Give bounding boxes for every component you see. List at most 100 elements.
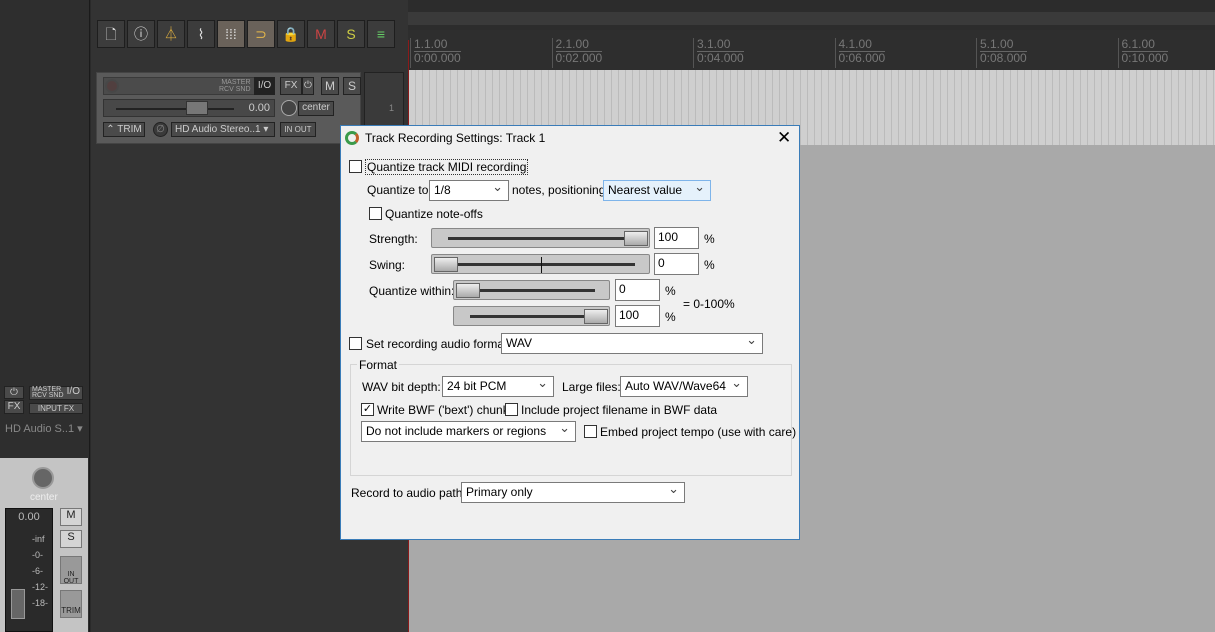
mixer-fx-button[interactable]: FX [4,400,24,414]
embed-tempo-checkbox[interactable] [584,425,597,438]
swing-input[interactable]: 0 [654,253,699,275]
quantize-midi-checkbox[interactable] [349,160,362,173]
strength-slider-thumb[interactable] [624,231,648,246]
mixer-power-button[interactable]: ⏻ [4,386,24,399]
phase-icon[interactable]: ∅ [153,122,168,137]
ruler-time: 0:10.000 [1121,51,1169,65]
ruler-mark: 5.1.00 0:08.000 [976,38,1027,68]
strength-slider[interactable] [431,228,650,248]
quantize-to-label: Quantize to: [367,183,432,197]
swing-slider[interactable] [431,254,650,274]
mixer-master-send[interactable]: MASTER RCV SND I/O [29,386,83,400]
mixer-solo-button[interactable]: S [60,530,82,548]
solo-clear-icon[interactable]: S [337,20,365,48]
ruler-bar: 5.1.00 [980,38,1027,52]
audio-format-select[interactable]: WAV [501,332,763,354]
quantize-within-max-thumb[interactable] [584,309,608,324]
inout-button[interactable]: IN OUT [280,122,316,137]
pan-knob[interactable] [281,100,297,116]
strength-input[interactable]: 100 [654,227,699,249]
set-audio-format-label: Set recording audio format: [366,337,511,351]
solo-button[interactable]: S [343,77,361,95]
ruler-time: 0:06.000 [838,51,886,65]
close-icon[interactable]: ✕ [777,128,791,148]
master-label: MASTER RCV SND [219,79,251,93]
fx-button[interactable]: FX [280,77,302,95]
bit-depth-label: WAV bit depth: [362,380,441,394]
main-toolbar: 🗋 ⓘ ⏃ ⌇ ⁞⁞⁞ ⊃ 🔒 M S ≡ [91,0,408,60]
ruler-mark: 3.1.00 0:04.000 [693,38,744,68]
io-button[interactable]: I/O [254,77,275,95]
fx-bypass-button[interactable]: ⏻ [302,77,314,95]
envelope-icon[interactable]: ⌇ [187,20,215,48]
include-filename-checkbox[interactable] [505,403,518,416]
ruler-time: 0:02.000 [555,51,603,65]
mixer-inout-button[interactable]: IN OUT [60,556,82,585]
write-bwf-checkbox[interactable]: ✓ [361,403,374,416]
mixer-fader-thumb[interactable] [11,589,25,619]
app-logo-icon [345,131,359,145]
mixer-input-device[interactable]: HD Audio S..1 ▾ [5,422,83,435]
record-path-select[interactable]: Primary only [461,481,685,503]
record-path-label: Record to audio path: [351,486,466,500]
large-files-label: Large files: [562,380,621,394]
mixer-mute-button[interactable]: M [60,508,82,526]
mixer-icon[interactable]: ≡ [367,20,395,48]
mixer-trim-button[interactable]: TRIM [60,590,82,618]
set-audio-format-checkbox[interactable] [349,337,362,350]
quantize-midi-label[interactable]: Quantize track MIDI recording [365,159,529,175]
ruler-time: 0:08.000 [980,51,1027,65]
write-bwf-label: Write BWF ('bext') chunk [377,403,509,417]
lock-icon[interactable]: 🔒 [277,20,305,48]
embed-tempo-label: Embed project tempo (use with care) [600,425,797,439]
master-track: MASTER RCV SND I/O FX ⏻ M S 0.00 center ⌃… [96,72,361,144]
snap-icon[interactable]: ⊃ [247,20,275,48]
quantize-within-min-thumb[interactable] [456,283,480,298]
swing-label: Swing: [369,258,406,272]
quantize-within-min-input[interactable]: 0 [615,279,660,301]
volume-fader[interactable]: 0.00 [103,99,275,117]
markers-select[interactable]: Do not include markers or regions [361,420,576,442]
mixer-volume-readout: 0.00 [18,511,40,523]
grid-icon[interactable]: ⁞⁞⁞ [217,20,245,48]
mixer-fader-area[interactable]: 0.00 -inf -0- -6- -12- -18- [5,508,53,632]
metronome-icon[interactable]: ⏃ [157,20,185,48]
format-group-label: Format [357,358,400,372]
ruler-bar: 2.1.00 [555,38,603,52]
ruler-mark: 2.1.00 0:02.000 [551,38,603,68]
input-device-select[interactable]: HD Audio Stereo..1 ▾ [171,122,275,137]
trim-button[interactable]: ⌃ TRIM [103,122,145,137]
ruler-bar: 4.1.00 [838,38,886,52]
mixer-meter-ticks: -inf -0- -6- -12- -18- [32,534,49,608]
large-files-select[interactable]: Auto WAV/Wave64 [620,375,748,397]
positioning-select[interactable]: Nearest value [603,179,711,201]
quantize-within-max-slider[interactable] [453,306,610,326]
positioning-label: notes, positioning: [512,183,609,197]
timeline-ruler[interactable] [408,30,1215,70]
volume-fader-thumb[interactable] [186,101,208,115]
percent-label: % [704,232,715,246]
ruler-time: 0:00.000 [414,51,461,65]
mute-button[interactable]: M [321,77,339,95]
project-info-icon[interactable]: ⓘ [127,20,155,48]
pan-label: center [298,101,334,116]
percent-label: % [665,310,676,324]
bit-depth-select[interactable]: 24 bit PCM [442,375,554,397]
quantize-note-offs-checkbox[interactable] [369,207,382,220]
percent-label: % [665,284,676,298]
mixer-master-controls: ⏻ FX MASTER RCV SND I/O INPUT FX HD Audio … [0,383,90,443]
new-project-icon[interactable]: 🗋 [97,20,125,48]
ruler-mark: 1.1.00 0:00.000 [410,38,461,68]
quantize-to-select[interactable]: 1/8 [429,179,509,201]
swing-slider-thumb[interactable] [434,257,458,272]
quantize-within-max-input[interactable]: 100 [615,305,660,327]
arrange-top-bar [408,0,1215,30]
ruler-bar: 3.1.00 [697,38,744,52]
track-recording-settings-dialog: Track Recording Settings: Track 1 ✕ Quan… [340,125,800,540]
quantize-within-min-slider[interactable] [453,280,610,300]
mixer-master-strip: center 0.00 -inf -0- -6- -12- -18- M S IN OU… [0,458,88,632]
mixer-pan-knob[interactable] [32,467,54,489]
mixer-input-fx-button[interactable]: INPUT FX [29,403,83,414]
mute-clear-icon[interactable]: M [307,20,335,48]
dialog-title: Track Recording Settings: Track 1 [365,131,546,145]
